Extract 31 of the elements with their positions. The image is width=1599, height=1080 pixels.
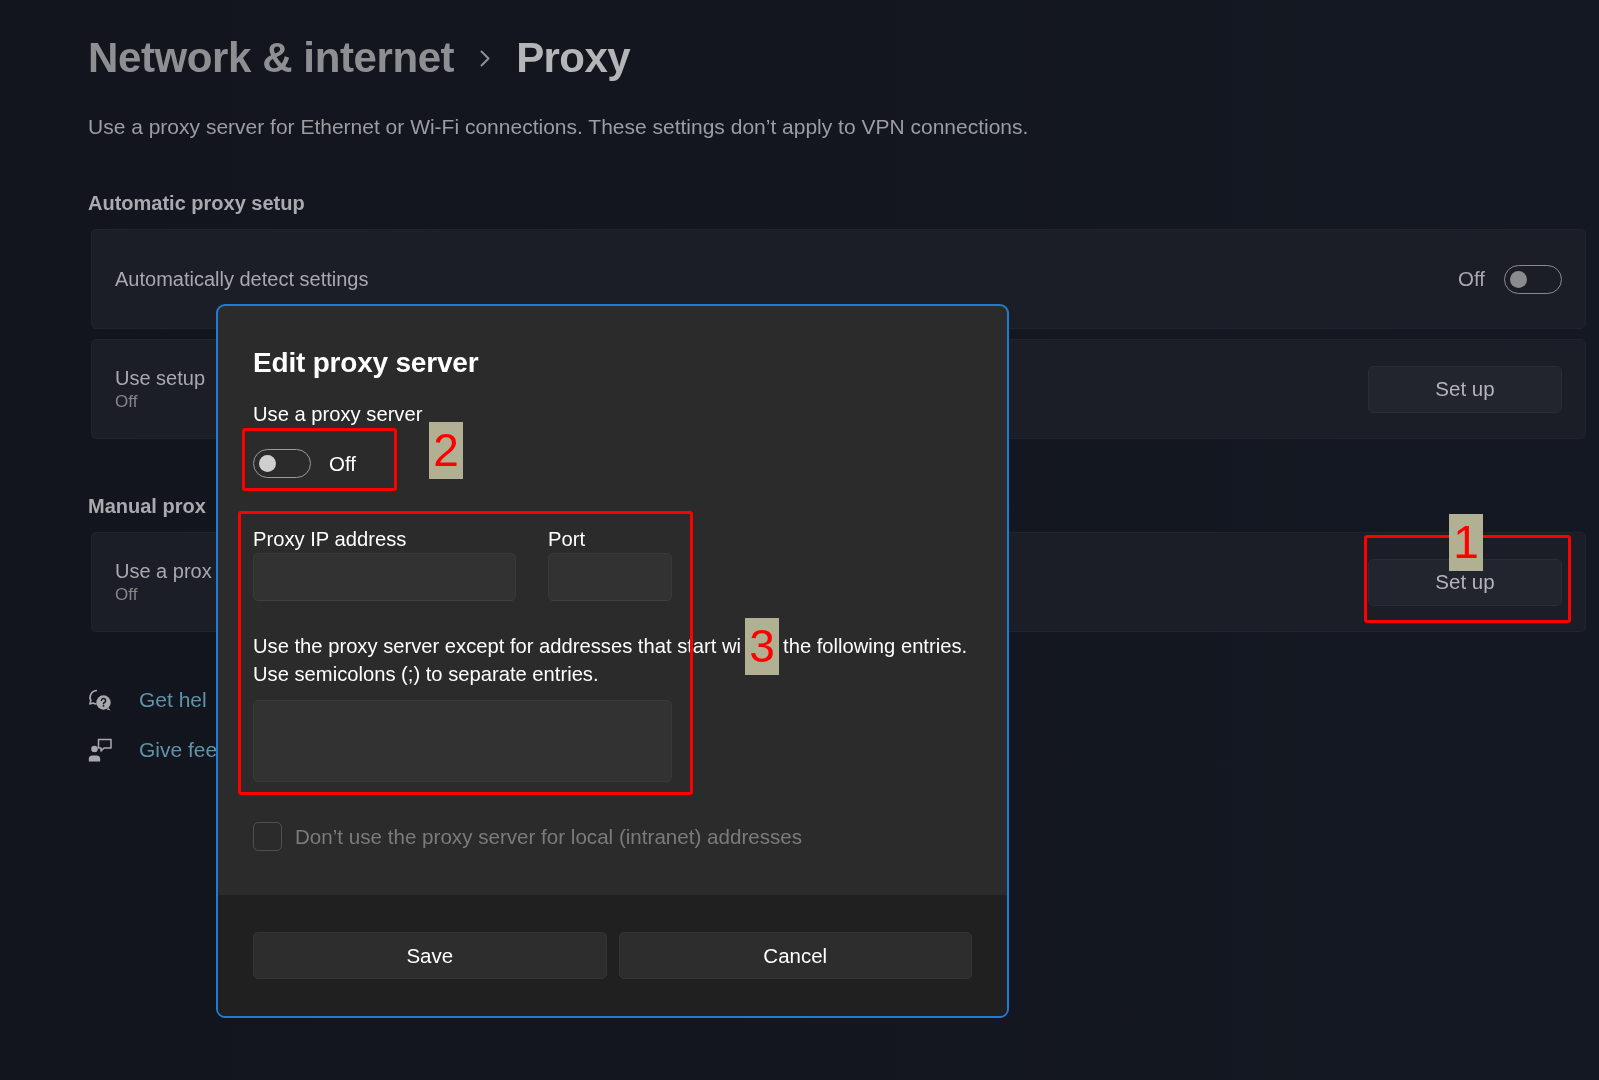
person-speech-icon xyxy=(88,738,112,762)
exceptions-instructions: Use semicolons (;) to separate entries. xyxy=(253,662,599,687)
dialog-button[interactable]: Cancel xyxy=(618,932,972,979)
setup-button[interactable]: Set up xyxy=(1368,558,1562,606)
setting-title: Automatically detect settings xyxy=(115,266,369,292)
dialog-title: Edit proxy server xyxy=(253,346,479,380)
breadcrumb-parent[interactable]: Network & internet xyxy=(88,34,455,82)
chevron-right-icon xyxy=(480,49,491,67)
step-marker: 2 xyxy=(429,422,463,479)
section-heading: Manual prox xyxy=(88,494,206,519)
setup-button[interactable]: Set up xyxy=(1368,365,1562,413)
switch-label: Use a proxy server xyxy=(253,402,423,426)
toggle-state: Off xyxy=(329,451,356,476)
toggle-state: Off xyxy=(1458,267,1485,291)
step-marker: 3 xyxy=(745,617,780,675)
setting-title: Use setup xyxy=(115,366,206,391)
setting-status: Off xyxy=(115,585,139,605)
field-label: Port xyxy=(548,527,587,551)
page-title: Proxy xyxy=(516,34,630,82)
setting-status: Off xyxy=(115,392,139,412)
step-marker: 1 xyxy=(1449,513,1483,571)
question-bubble-icon xyxy=(88,688,112,712)
page-description: Use a proxy server for Ethernet or Wi-Fi connections. These settings don’t apply to VPN connections. xyxy=(88,114,1029,140)
exceptions-instructions: the following entries. xyxy=(783,634,968,659)
dialog-button[interactable]: Save xyxy=(253,932,607,979)
help-link[interactable]: Give fee xyxy=(139,738,218,762)
checkbox-label: Don’t use the proxy server for local (intranet) addresses xyxy=(295,824,803,849)
section-heading: Automatic proxy setup xyxy=(88,191,305,216)
help-link[interactable]: Get hel xyxy=(139,688,207,712)
field-label: Proxy IP address xyxy=(253,527,408,551)
setting-title: Use a prox xyxy=(115,559,212,584)
